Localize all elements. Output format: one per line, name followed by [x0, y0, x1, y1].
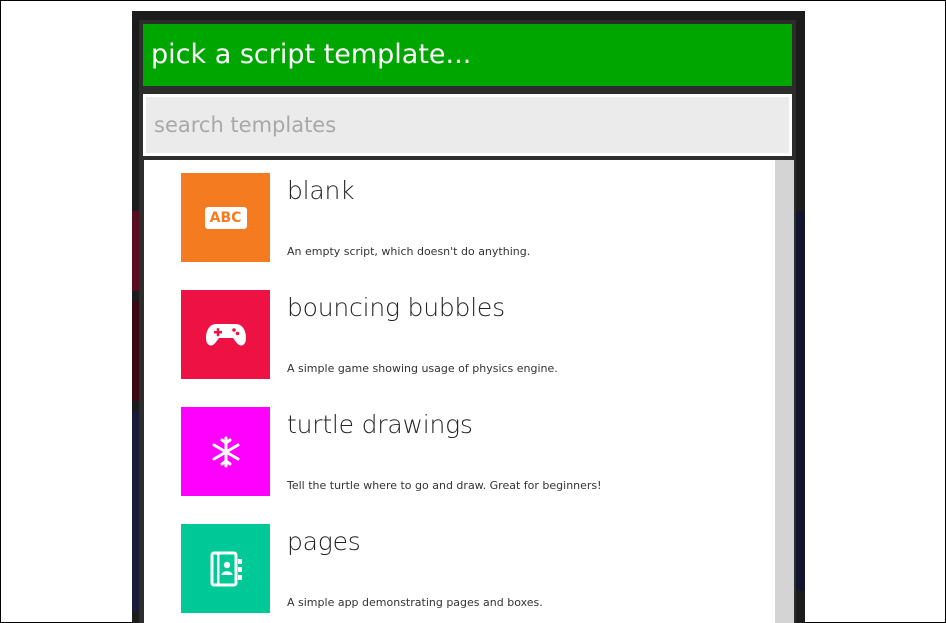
template-description: An empty script, which doesn't do anythi… [287, 245, 531, 258]
snowflake-icon [212, 436, 239, 467]
abc-icon: ABC [204, 206, 247, 229]
template-tile [181, 407, 270, 496]
contact-book-icon [210, 551, 242, 586]
dialog-title: pick a script template... [143, 24, 792, 86]
template-title: blank [287, 176, 355, 205]
template-title: pages [287, 527, 361, 556]
template-item-turtle-drawings[interactable]: turtle drawings Tell the turtle where to… [144, 394, 775, 511]
template-description: A simple app demonstrating pages and box… [287, 596, 543, 609]
template-list: ABC blank An empty script, which doesn't… [144, 160, 775, 623]
template-title: turtle drawings [287, 410, 473, 439]
gamepad-icon [205, 323, 246, 345]
template-description: Tell the turtle where to go and draw. Gr… [287, 479, 602, 492]
template-tile [181, 524, 270, 613]
template-item-bouncing-bubbles[interactable]: bouncing bubbles A simple game showing u… [144, 277, 775, 394]
template-title: bouncing bubbles [287, 293, 505, 322]
template-tile: ABC [181, 173, 270, 262]
list-scrollbar[interactable] [775, 160, 794, 623]
template-item-pages[interactable]: pages A simple app demonstrating pages a… [144, 511, 775, 623]
search-box [143, 94, 792, 156]
template-description: A simple game showing usage of physics e… [287, 362, 558, 375]
template-tile [181, 290, 270, 379]
search-input[interactable] [146, 97, 789, 153]
template-picker-dialog: pick a script template... ABC blank An e… [139, 20, 796, 623]
template-item-blank[interactable]: ABC blank An empty script, which doesn't… [144, 160, 775, 277]
